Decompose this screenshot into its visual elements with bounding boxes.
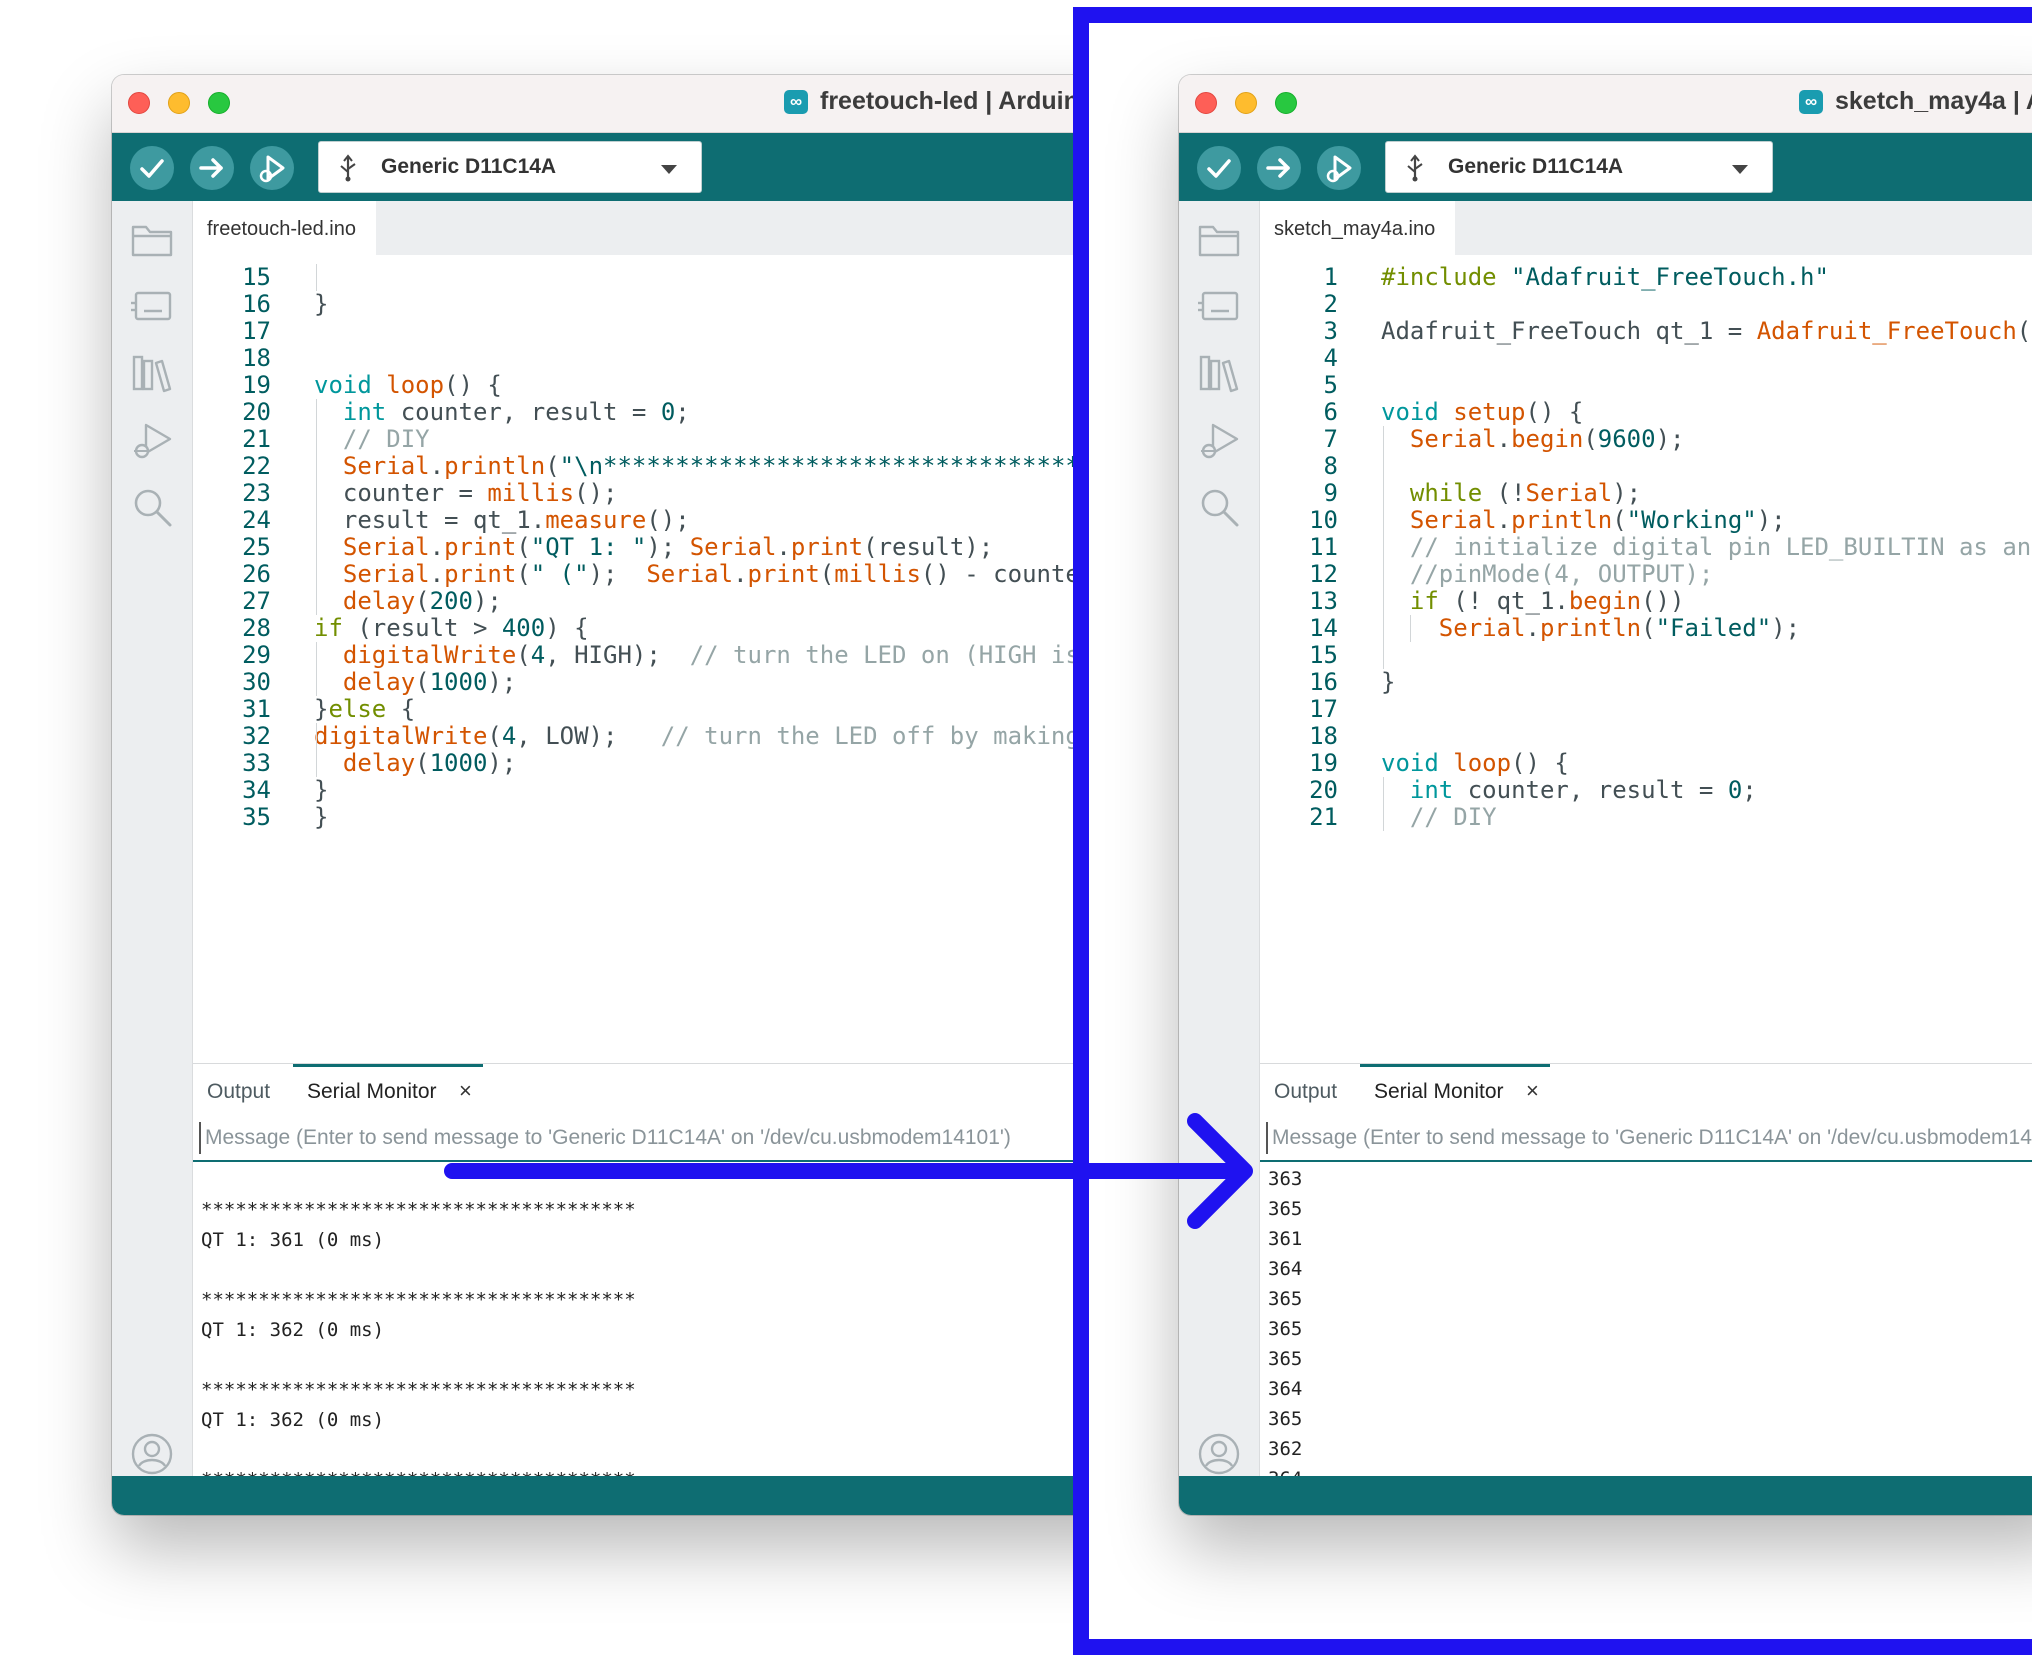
minimize-window-button[interactable] (168, 92, 190, 114)
usb-icon (340, 154, 356, 182)
line-number: 35 (242, 803, 271, 831)
indent-guide (316, 264, 317, 291)
close-icon[interactable]: × (459, 1078, 472, 1104)
chevron-down-icon (661, 165, 677, 174)
title-bar[interactable]: ∞ freetouch-led | Arduino IDE 2.0.0-rc6 (112, 75, 1232, 133)
arduino-logo-icon: ∞ (784, 90, 808, 114)
code-line[interactable]: 35} (193, 800, 328, 835)
status-bar (112, 1476, 1232, 1515)
check-icon (140, 159, 164, 178)
arrow-right-icon (199, 158, 223, 178)
search-icon[interactable] (130, 485, 174, 529)
debug-play-icon (259, 155, 285, 183)
debug-button[interactable] (250, 146, 294, 190)
code-text: } (314, 803, 329, 831)
serial-line: ************************************** (201, 1199, 636, 1221)
indent-guide (316, 399, 317, 615)
serial-line: QT 1: 362 (0 ms) (201, 1319, 385, 1341)
indent-guide (316, 642, 317, 696)
upload-button[interactable] (190, 146, 234, 190)
serial-line: ************************************** (201, 1379, 636, 1401)
active-tab-indicator (293, 1064, 483, 1067)
close-window-button[interactable] (128, 92, 150, 114)
serial-line: QT 1: 361 (0 ms) (201, 1229, 385, 1251)
file-tab[interactable]: freetouch-led.ino (193, 201, 376, 255)
ide-window-left: ∞ freetouch-led | Arduino IDE 2.0.0-rc6 G… (112, 75, 1232, 1515)
sidebar (112, 201, 193, 1476)
output-tab[interactable]: Output (207, 1080, 270, 1104)
serial-line: QT 1: 362 (0 ms) (201, 1409, 385, 1431)
debug-icon[interactable] (130, 419, 174, 463)
library-icon[interactable] (130, 351, 174, 395)
highlight-frame (1073, 7, 2032, 1655)
zoom-window-button[interactable] (208, 92, 230, 114)
verify-button[interactable] (130, 146, 174, 190)
code-text: delay(1000); (342, 749, 517, 777)
board-manager-icon[interactable] (130, 285, 174, 325)
folder-icon[interactable] (130, 219, 174, 259)
serial-line: ************************************** (201, 1289, 636, 1311)
board-name: Generic D11C14A (381, 155, 557, 178)
board-selector[interactable]: Generic D11C14A (318, 141, 702, 193)
indent-guide (316, 723, 317, 777)
toolbar: Generic D11C14A (112, 133, 1232, 201)
serial-monitor-tab[interactable]: Serial Monitor (307, 1080, 437, 1104)
account-icon[interactable] (130, 1432, 174, 1476)
code-text: } (314, 290, 329, 318)
